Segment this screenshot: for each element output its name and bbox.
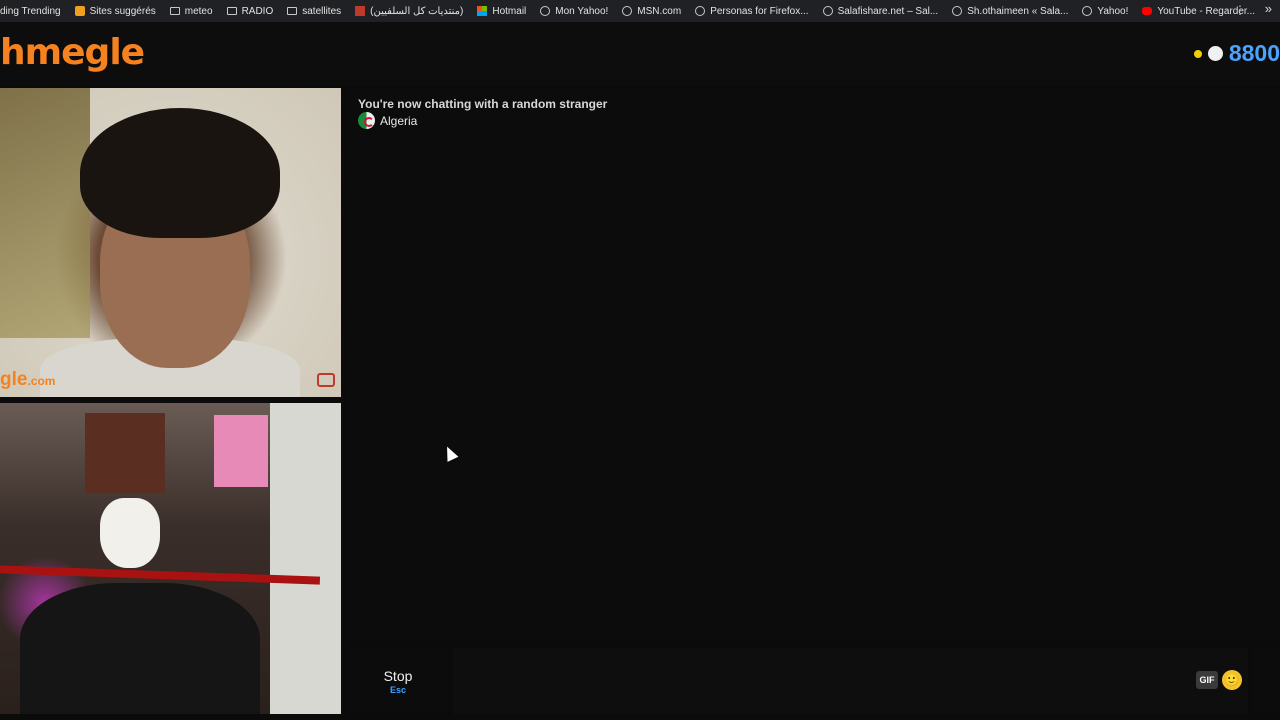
bookmark-label: Personas for Firefox... bbox=[710, 5, 809, 17]
chat-log: You're now chatting with a random strang… bbox=[349, 88, 1280, 640]
status-dot-icon bbox=[1193, 49, 1202, 58]
bookmark-radio[interactable]: RADIO bbox=[226, 5, 274, 17]
online-counter: 8800 bbox=[1193, 40, 1280, 67]
bookmark-label: RADIO bbox=[241, 5, 274, 17]
bookmark-label: Hotmail bbox=[492, 5, 527, 17]
background-cabinet bbox=[85, 413, 165, 493]
bookmark-mon-yahoo[interactable]: Mon Yahoo! bbox=[540, 6, 608, 17]
bookmark-label: Sites suggérés bbox=[89, 5, 156, 17]
bookmark-label: satellites bbox=[302, 5, 342, 17]
bookmark-label: (منتديات كل السلفيين) bbox=[370, 5, 464, 17]
bookmark-label: MSN.com bbox=[637, 5, 682, 17]
bookmark-personas[interactable]: Personas for Firefox... bbox=[695, 5, 809, 17]
bookmark-hotmail[interactable]: Hotmail bbox=[477, 6, 526, 17]
red-bar-icon bbox=[355, 6, 366, 16]
bookmark-label: meteo bbox=[184, 5, 213, 17]
send-button[interactable] bbox=[1254, 648, 1280, 714]
bookmarks-bar: ding Trending Sites suggérés meteo RADIO… bbox=[0, 0, 1280, 22]
bookmark-label: ding Trending bbox=[0, 5, 61, 17]
stop-button[interactable]: Stop Esc bbox=[349, 648, 447, 714]
bookmark-label: Yahoo! bbox=[1097, 5, 1129, 17]
globe-icon bbox=[695, 6, 706, 16]
folder-icon bbox=[226, 7, 237, 15]
stranger-video: gle.com bbox=[0, 88, 341, 397]
bookmark-msn[interactable]: MSN.com bbox=[622, 6, 681, 17]
bookmark-sites-suggeres[interactable]: Sites suggérés bbox=[74, 5, 156, 17]
self-body bbox=[20, 583, 260, 714]
globe-icon bbox=[822, 6, 833, 16]
stop-label: Stop bbox=[383, 667, 413, 684]
chat-status-message: You're now chatting with a random strang… bbox=[358, 97, 608, 111]
country-name: Algeria bbox=[380, 113, 418, 128]
globe-icon bbox=[622, 6, 633, 16]
bookmark-label: Salafishare.net – Sal... bbox=[837, 5, 939, 17]
self-mask bbox=[100, 498, 160, 568]
bookmark-label: Sh.othaimeen « Sala... bbox=[967, 5, 1069, 17]
watermark-text: gle bbox=[0, 369, 28, 390]
bookmark-meteo[interactable]: meteo bbox=[169, 5, 213, 17]
bookmark-othaimeen[interactable]: Sh.othaimeen « Sala... bbox=[952, 6, 1068, 17]
bookmark-label: Mon Yahoo! bbox=[555, 5, 609, 17]
watermark-suffix: .com bbox=[27, 374, 56, 388]
emoji-icon[interactable]: 🙂 bbox=[1222, 670, 1242, 690]
stranger-country: Algeria bbox=[358, 112, 417, 129]
bookmark-salafiyin[interactable]: (منتديات كل السلفيين) bbox=[355, 6, 463, 17]
report-flag-icon[interactable] bbox=[317, 373, 335, 387]
stop-shortcut-hint: Esc bbox=[389, 684, 406, 695]
bookmark-trending[interactable]: ding Trending bbox=[0, 6, 61, 17]
background-wall bbox=[270, 403, 341, 714]
background-poster bbox=[214, 415, 268, 487]
algeria-flag-icon bbox=[358, 112, 375, 129]
more-vertical-icon[interactable]: ⋮ bbox=[1234, 3, 1246, 17]
bookmark-salafishare[interactable]: Salafishare.net – Sal... bbox=[822, 5, 939, 17]
toggle-knob-icon[interactable] bbox=[1207, 46, 1223, 61]
youtube-icon bbox=[1142, 7, 1153, 15]
video-watermark: gle.com bbox=[0, 369, 55, 391]
microsoft-icon bbox=[477, 6, 488, 16]
bookmark-satellites[interactable]: satellites bbox=[287, 6, 341, 17]
globe-icon bbox=[1082, 6, 1093, 16]
globe-icon bbox=[952, 6, 963, 16]
folder-icon bbox=[287, 7, 298, 15]
message-input[interactable] bbox=[453, 648, 1248, 714]
gif-button[interactable]: GIF bbox=[1196, 671, 1218, 689]
bookmark-yahoo[interactable]: Yahoo! bbox=[1082, 6, 1128, 17]
online-count: 8800 bbox=[1228, 40, 1280, 66]
wall-frame bbox=[0, 88, 90, 338]
site-header: hmegle 8800 bbox=[0, 22, 1280, 86]
orange-square-icon bbox=[74, 6, 85, 16]
self-video bbox=[0, 403, 341, 714]
folder-icon bbox=[169, 7, 180, 15]
site-logo[interactable]: hmegle bbox=[0, 32, 145, 73]
stranger-hair bbox=[80, 108, 280, 238]
globe-icon bbox=[540, 6, 551, 16]
chevron-double-right-icon[interactable]: » bbox=[1265, 1, 1272, 16]
